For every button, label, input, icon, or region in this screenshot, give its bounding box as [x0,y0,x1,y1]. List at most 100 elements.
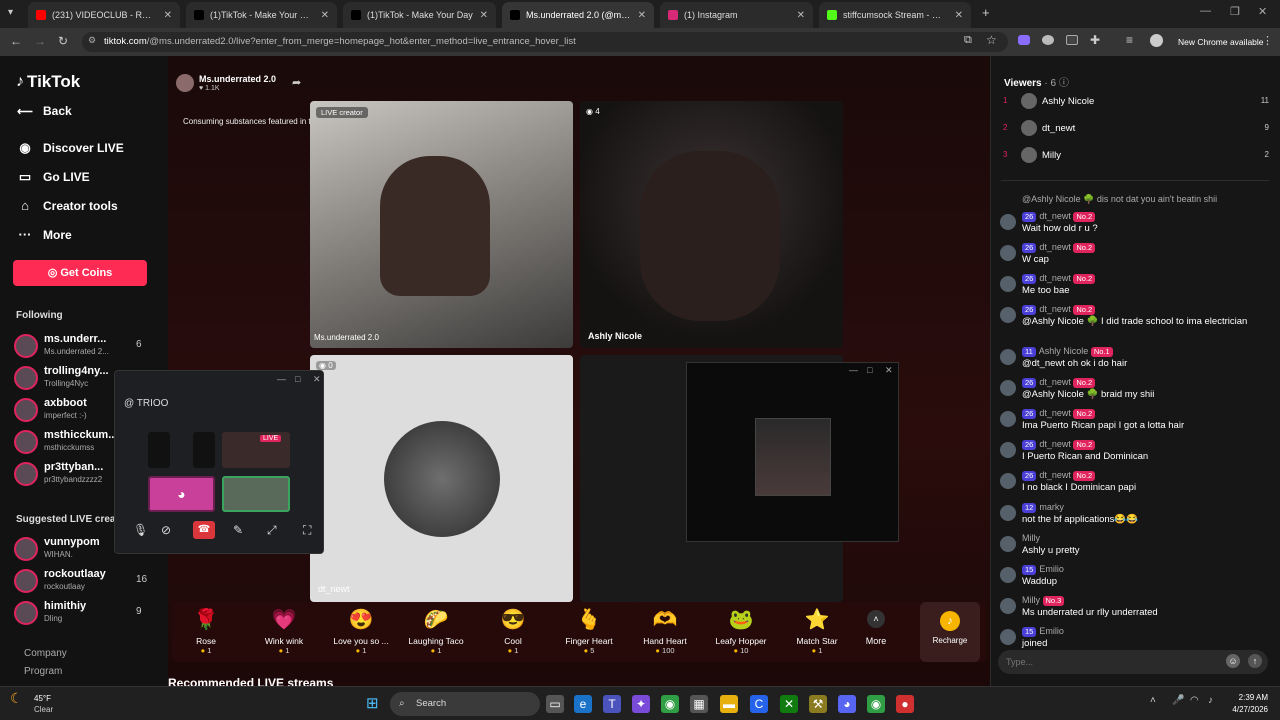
chat-message[interactable]: 26 dt_newt No.2 Ima Puerto Rican papi I go… [999,408,1274,438]
chat-message[interactable]: 26 dt_newt No.2 W cap [999,242,1274,272]
chat-message[interactable]: 26 dt_newt No.2 Me too bae [999,273,1274,303]
chat-message[interactable]: 12 marky not the bf applications😂😂 [999,502,1274,532]
tab-close-icon[interactable]: ✕ [797,10,805,21]
chat-username[interactable]: dt_newt [1039,470,1071,480]
chat-username[interactable]: dt_newt [1039,273,1071,283]
url-bar[interactable]: tiktok.com/@ms.underrated2.0/live?enter_… [82,32,1008,52]
sidebar-nav-item[interactable]: ▭ Go LIVE [16,169,90,185]
popup-close-icon[interactable]: ✕ [313,374,321,385]
taskbar-search[interactable]: ⌕ Search [390,692,540,716]
edge-icon[interactable]: e [574,695,592,713]
chat-username[interactable]: dt_newt [1039,304,1071,314]
popout-icon[interactable]: ⤢ [267,523,277,538]
clock-date[interactable]: 4/27/2026 [1222,705,1268,714]
chat-input[interactable] [1006,654,1206,670]
footer-company[interactable]: Company [24,648,67,659]
participant-tile[interactable] [193,432,215,468]
chrome-icon[interactable]: ◉ [661,695,679,713]
share-icon[interactable]: ➦ [292,76,301,89]
camera-off-icon[interactable]: ⊘ [161,523,171,537]
creator-item[interactable]: ms.underr... Ms.underrated 2... 6 [14,331,164,361]
chat-username[interactable]: dt_newt [1039,211,1071,221]
recording-icon[interactable]: ● [896,695,914,713]
participant-tile[interactable] [148,432,170,468]
chat-username[interactable]: Emilio [1039,626,1064,636]
gift-item[interactable]: 😎 Cool ● 1 [478,608,548,655]
chat-username[interactable]: dt_newt [1039,242,1071,252]
tiktok-logo[interactable]: ♪ TikTok [16,72,80,92]
gift-item[interactable]: 🐸 Leafy Hopper ● 10 [706,608,776,655]
chat-username[interactable]: Milly [1022,533,1040,543]
tab-close-icon[interactable]: ✕ [321,10,329,21]
tab-close-icon[interactable]: ✕ [164,10,172,21]
browser-tab[interactable]: (231) VIDEOCLUB - ROI Instrum ✕ [28,2,180,28]
hangup-button[interactable]: ☎ [193,521,215,539]
chat-username[interactable]: Emilio [1039,564,1064,574]
chat-username[interactable]: dt_newt [1039,377,1071,387]
window-close-icon[interactable]: ✕ [885,365,893,376]
gift-item[interactable]: 🫶 Hand Heart ● 100 [630,608,700,655]
browser-tab[interactable]: (1)TikTok - Make Your Day ✕ [186,2,337,28]
info-icon[interactable]: ⓘ [1059,78,1069,89]
popup-minimize-icon[interactable]: — [277,374,286,384]
chat-username[interactable]: marky [1039,502,1064,512]
reload-icon[interactable]: ↻ [58,34,68,48]
bookmark-star-icon[interactable]: ☆ [986,33,997,47]
gift-item[interactable]: 💗 Wink wink ● 1 [249,608,319,655]
chrome-menu-icon[interactable]: ⋮ [1262,34,1273,47]
chrome-taskbar-icon[interactable]: ◉ [867,695,885,713]
stream-preview-tile[interactable]: LIVE [222,432,290,468]
footer-program[interactable]: Program [24,666,62,677]
browser-tab[interactable]: (1)TikTok - Make Your Day ✕ [343,2,496,28]
gift-item[interactable]: 🫰 Finger Heart ● 5 [554,608,624,655]
back-link[interactable]: ⟵ Back [16,104,72,118]
windows-start-icon[interactable]: ⊞ [366,694,379,712]
open-in-app-icon[interactable]: ⧉ [964,34,972,47]
extension-box-icon[interactable] [1066,35,1078,45]
discord-logo-tile[interactable]: ◕ [148,476,215,512]
back-arrow-icon[interactable]: ← [10,34,22,48]
activity-icon[interactable]: ✎ [233,523,243,537]
browser-tab[interactable]: Ms.underrated 2.0 (@ms.un ✕ [502,2,654,28]
chat-message[interactable]: Milly No.3 Ms underrated ur rlly underrat… [999,595,1274,625]
discord-popup[interactable]: — □ ✕ @ TRIOO LIVE ◕ 🎙 ⊘ ☎ ✎ ⤢ ⛶ [114,370,324,554]
fullscreen-icon[interactable]: ⛶ [303,523,311,538]
video-tile-guest1[interactable]: ◉ 4 Ashly Nicole [580,101,843,348]
participant-video-tile[interactable] [222,476,290,512]
browser-tab[interactable]: stiffcumsock Stream - Watch Li ✕ [819,2,971,28]
sidebar-nav-item[interactable]: ⌂ Creator tools [16,198,118,213]
viewers-header[interactable]: Viewers · 6 ⓘ [1004,74,1069,89]
creator-item[interactable]: himithiy Dling 9 [14,598,164,628]
file-explorer-icon[interactable]: ▬ [720,695,738,713]
discord-taskbar-icon[interactable]: ◕ [838,695,856,713]
chat-username[interactable]: dt_newt [1039,408,1071,418]
send-icon[interactable]: ↑ [1248,654,1262,668]
capcut-icon[interactable]: C [750,695,768,713]
get-coins-button[interactable]: ◎ Get Coins [13,260,147,286]
clock-time[interactable]: 2:39 AM [1232,693,1268,702]
gift-item[interactable]: 🌮 Laughing Taco ● 1 [401,608,471,655]
video-tile-guest2[interactable]: ◉ 0 dt_newt [310,355,573,602]
chat-message[interactable]: 26 dt_newt No.2 I no black I Dominican pap… [999,470,1274,500]
chrome-update-notice[interactable]: New Chrome available [1178,37,1264,47]
tab-close-icon[interactable]: ✕ [955,10,963,21]
browser-tab[interactable]: (1) Instagram ✕ [660,2,813,28]
chat-message[interactable]: 15 Emilio Waddup [999,564,1274,594]
forward-arrow-icon[interactable]: → [34,34,46,48]
sidebar-nav-item[interactable]: ◉ Discover LIVE [16,140,123,156]
task-view-icon[interactable]: ▭ [546,695,564,713]
host-avatar[interactable] [176,74,194,92]
gift-item[interactable]: 🌹 Rose ● 1 [171,608,241,655]
window-close-icon[interactable]: ✕ [1258,5,1267,18]
xbox-icon[interactable]: ✕ [780,695,798,713]
sidebar-nav-item[interactable]: ··· More [16,227,72,242]
chat-username[interactable]: Ashly Nicole [1039,346,1089,356]
reading-list-icon[interactable]: ≡ [1126,33,1133,47]
chat-username[interactable]: dt_newt [1039,439,1071,449]
chat-message[interactable]: 26 dt_newt No.2 @Ashly Nicole 🌳 braid my s… [999,377,1274,407]
weather-temp[interactable]: 45°F [34,694,51,703]
chat-message[interactable]: 26 dt_newt No.2 Wait how old r u ? [999,211,1274,241]
gifts-more[interactable]: ˄ More [861,610,891,646]
mic-tray-icon[interactable]: 🎤 [1172,695,1184,706]
chat-username[interactable]: Milly [1022,595,1040,605]
